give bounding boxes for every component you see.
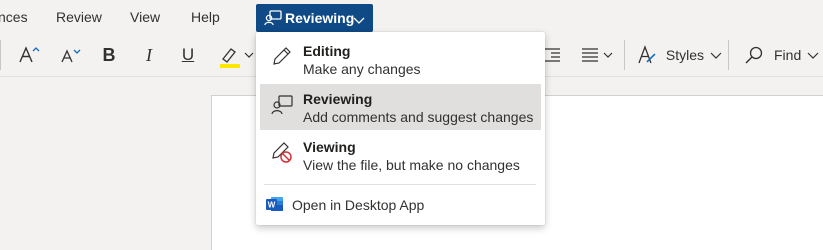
toolbar-separator — [624, 40, 625, 70]
menu-review[interactable]: Review — [56, 9, 102, 25]
underline-button[interactable]: U — [174, 34, 202, 76]
mode-option-title: Reviewing — [303, 91, 373, 107]
italic-icon: I — [146, 44, 152, 65]
menu-view[interactable]: View — [130, 9, 160, 25]
italic-button[interactable]: I — [135, 34, 163, 76]
editing-mode-menu: Editing Make any changes Reviewing Add c… — [256, 32, 545, 225]
highlight-button[interactable] — [216, 34, 256, 76]
mode-option-description: View the file, but make no changes — [303, 157, 520, 173]
shrink-font-button[interactable] — [55, 34, 85, 76]
shrink-font-icon — [61, 49, 81, 63]
grow-font-button[interactable] — [14, 34, 44, 76]
underline-icon: U — [181, 45, 195, 64]
menu-divider — [264, 184, 536, 185]
chevron-down-icon — [353, 12, 365, 28]
search-icon — [745, 46, 763, 64]
toolbar-separator — [0, 40, 1, 70]
mode-option-viewing[interactable]: Viewing View the file, but make no chang… — [260, 132, 541, 178]
grow-font-icon — [19, 46, 40, 63]
find-button[interactable]: Find — [744, 34, 823, 76]
menu-references[interactable]: nces — [0, 9, 28, 25]
mode-option-description: Make any changes — [303, 61, 421, 77]
chevron-down-icon — [807, 52, 819, 59]
chevron-down-icon — [710, 52, 722, 59]
open-in-desktop-app[interactable]: W Open in Desktop App — [260, 193, 541, 219]
toolbar-separator — [728, 40, 729, 70]
styles-button[interactable]: Styles — [636, 34, 722, 76]
word-icon-letter: W — [268, 201, 276, 210]
editing-mode-button[interactable]: Reviewing — [256, 4, 373, 32]
bold-icon: B — [102, 44, 116, 65]
mode-option-title: Viewing — [303, 139, 356, 155]
menu-help[interactable]: Help — [191, 9, 220, 25]
mode-option-editing[interactable]: Editing Make any changes — [260, 36, 541, 82]
menu-bar: nces Review View Help Reviewing — [0, 0, 823, 34]
open-desktop-label: Open in Desktop App — [292, 197, 425, 213]
align-button[interactable] — [580, 34, 616, 76]
align-icon — [582, 48, 613, 62]
mode-option-reviewing[interactable]: Reviewing Add comments and suggest chang… — [260, 84, 541, 130]
reviewing-icon — [264, 10, 282, 29]
highlighter-icon — [220, 48, 254, 68]
word-app-icon: W — [266, 195, 284, 218]
styles-icon — [638, 45, 656, 64]
bold-button[interactable]: B — [95, 34, 123, 76]
styles-label: Styles — [665, 47, 705, 63]
mode-option-description: Add comments and suggest changes — [303, 109, 534, 125]
pencil-prohibited-icon — [270, 140, 294, 164]
mode-option-title: Editing — [303, 43, 351, 59]
indent-icon — [544, 48, 560, 62]
editing-mode-label: Reviewing — [285, 10, 355, 26]
pencil-icon — [270, 44, 294, 68]
find-label: Find — [774, 47, 802, 63]
reviewing-icon — [270, 92, 294, 116]
